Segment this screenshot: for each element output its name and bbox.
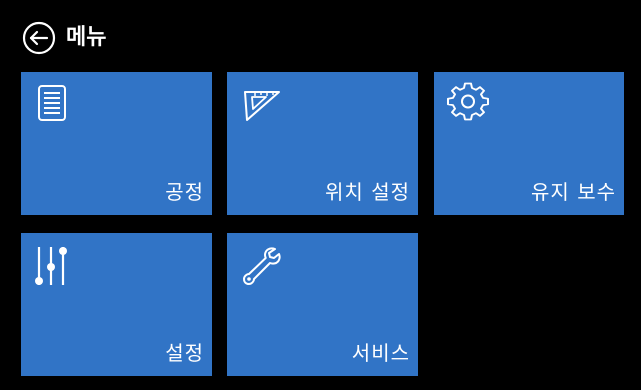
sliders-icon <box>35 247 67 285</box>
back-arrow-circle-icon <box>22 21 56 55</box>
tile-maintenance[interactable]: 유지 보수 <box>434 72 624 215</box>
tile-label-position-setup: 위치 설정 <box>325 180 410 204</box>
back-button[interactable] <box>21 20 57 56</box>
header-bar: 메뉴 <box>0 0 641 66</box>
wrench-icon <box>243 247 281 285</box>
tile-label-maintenance: 유지 보수 <box>531 180 616 204</box>
tile-label-process: 공정 <box>165 180 204 204</box>
menu-screen: 메뉴 공정 위치 설정 유지 보수 설정 서비스 <box>0 0 641 390</box>
gear-icon <box>447 82 489 121</box>
tile-label-settings: 설정 <box>165 341 204 365</box>
tile-label-service: 서비스 <box>351 341 410 365</box>
tile-service[interactable]: 서비스 <box>227 233 418 376</box>
set-square-ruler-icon <box>244 91 280 121</box>
tile-settings[interactable]: 설정 <box>21 233 212 376</box>
page-title: 메뉴 <box>66 25 107 50</box>
tile-process[interactable]: 공정 <box>21 72 212 215</box>
tile-position-setup[interactable]: 위치 설정 <box>227 72 418 215</box>
list-document-icon <box>38 85 66 121</box>
